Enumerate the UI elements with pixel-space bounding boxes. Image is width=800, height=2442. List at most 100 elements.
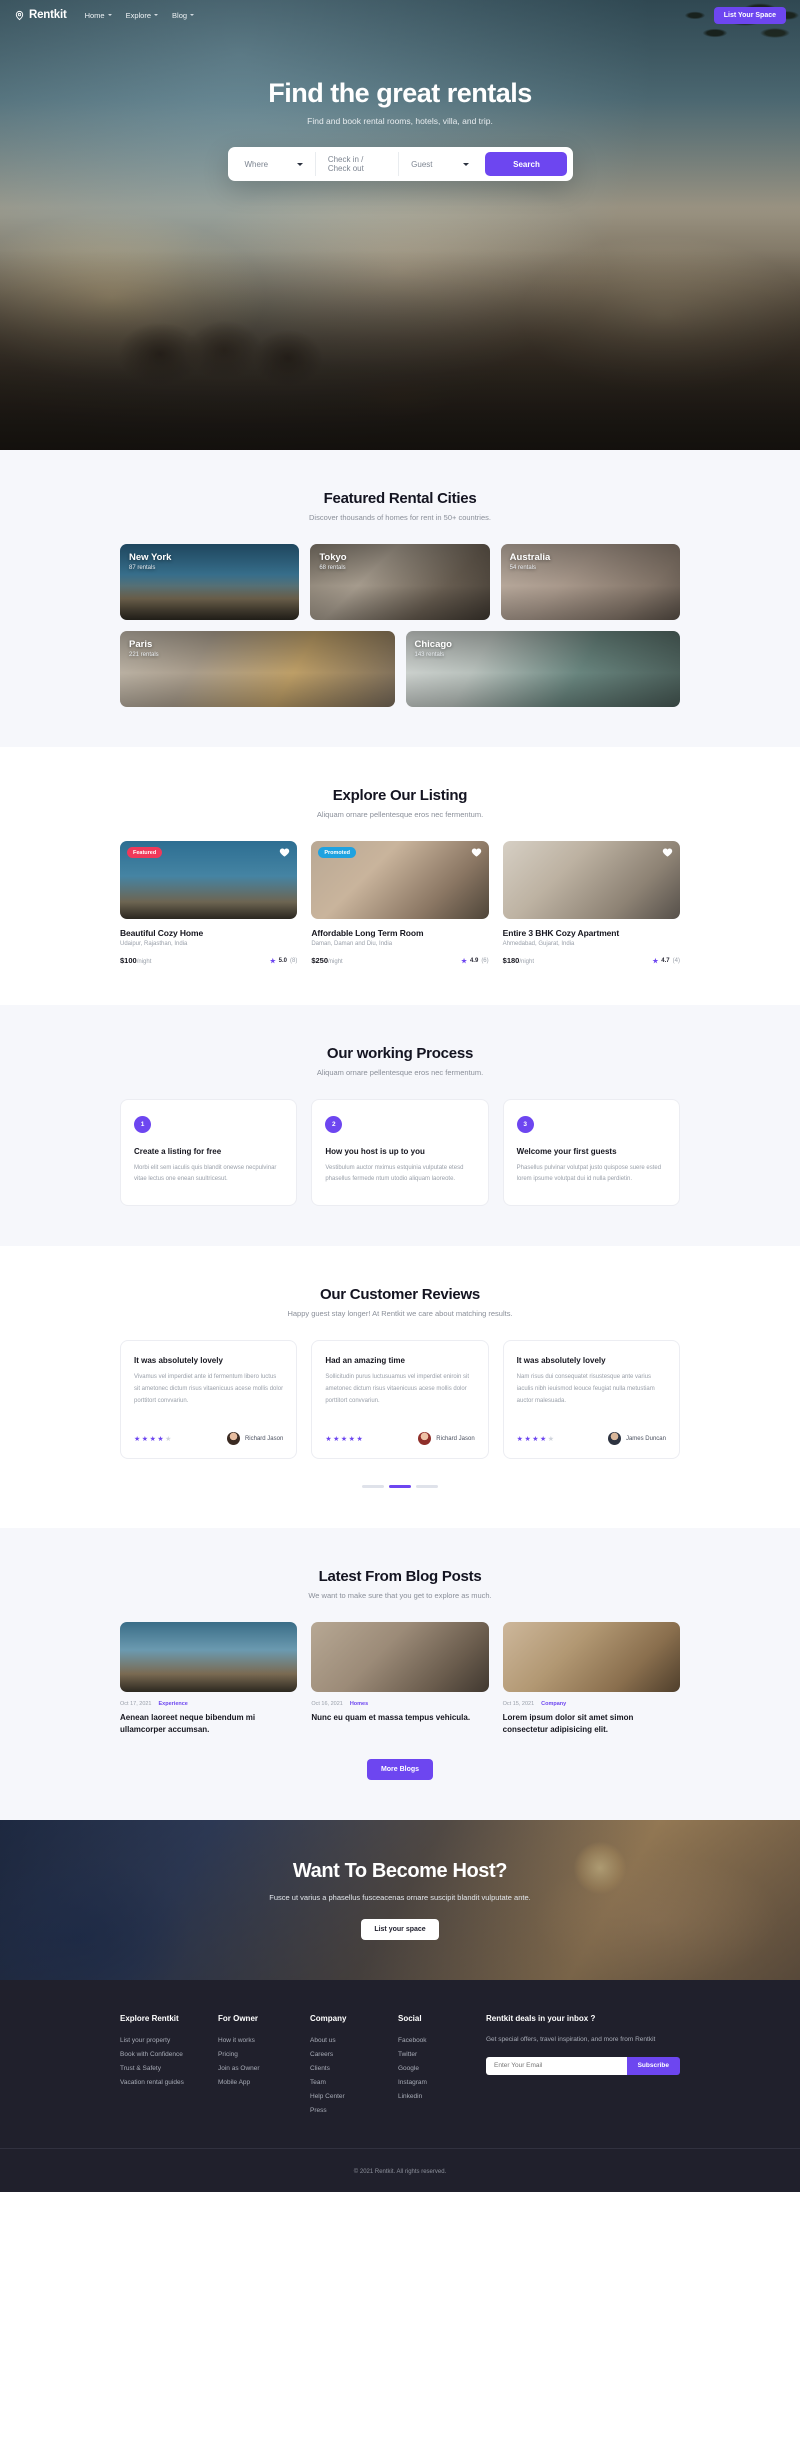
listing-footer: $100/night ★ 5.0 (8) (120, 956, 297, 965)
footer-link[interactable]: Mobile App (218, 2076, 310, 2090)
listing-card[interactable]: Promoted Affordable Long Term Room Daman… (311, 841, 489, 965)
city-card-tokyo[interactable]: Tokyo 68 rentals (310, 544, 490, 620)
email-field[interactable] (486, 2056, 627, 2075)
footer-link[interactable]: Vacation rental guides (120, 2076, 218, 2090)
subscribe-button[interactable]: Subscribe (626, 2056, 680, 2075)
chevron-down-icon (154, 14, 159, 16)
section-title: Explore Our Listing (332, 787, 468, 804)
heart-icon[interactable] (662, 847, 673, 858)
listing-card[interactable]: Featured Beautiful Cozy Home Udaipur, Ra… (120, 841, 298, 965)
star-icon: ★ (461, 957, 467, 965)
nav-item-blog[interactable]: Blog (172, 11, 195, 20)
blog-card[interactable]: Oct 16, 2021 Homes Nunc eu quam et massa… (311, 1621, 489, 1736)
footer-link[interactable]: Team (310, 2076, 398, 2090)
star-icon-empty: ★ (165, 1435, 172, 1443)
listing-review-count: (6) (481, 957, 489, 964)
list-your-space-button[interactable]: List Your Space (713, 6, 786, 24)
listing-review-count: (8) (289, 957, 298, 964)
section-subtitle: Aliquam ornare pellentesque eros nec fer… (316, 1068, 484, 1077)
become-host-title: Want To Become Host? (292, 1859, 508, 1882)
review-stars: ★ ★ ★ ★ ★ (325, 1435, 362, 1443)
blog-image (311, 1621, 489, 1692)
footer-link[interactable]: About us (310, 2034, 398, 2048)
dates-input-label: Check in / Check out (327, 155, 364, 173)
footer-link[interactable]: Careers (310, 2048, 398, 2062)
brand-name: Rentkit (29, 9, 67, 21)
star-icon: ★ (157, 1435, 164, 1443)
brand-logo[interactable]: Rentkit (14, 9, 67, 21)
section-subtitle: Aliquam ornare pellentesque eros nec fer… (316, 810, 484, 819)
listing-review-count: (4) (672, 957, 680, 964)
footer-link[interactable]: Twitter (398, 2048, 486, 2062)
process-step-card: 1 Create a listing for free Morbi elit s… (120, 1099, 298, 1207)
chevron-down-icon (296, 162, 303, 166)
more-blogs-button[interactable]: More Blogs (366, 1758, 434, 1780)
search-button[interactable]: Search (485, 152, 568, 176)
footer-link[interactable]: Clients (310, 2062, 398, 2076)
where-select[interactable]: Where (233, 152, 316, 176)
avatar (418, 1432, 432, 1446)
dates-input[interactable]: Check in / Check out (316, 152, 400, 176)
blog-date: Oct 16, 2021 (311, 1700, 343, 1707)
featured-cities-section: Featured Rental Cities Discover thousand… (0, 450, 800, 747)
star-icon: ★ (141, 1435, 149, 1443)
blog-date: Oct 17, 2021 (120, 1700, 152, 1707)
guest-select[interactable]: Guest (399, 152, 481, 176)
blog-category[interactable]: Homes (350, 1701, 368, 1707)
page-root: Rentkit Home Explore Blog List Your Spac… (0, 0, 800, 2192)
nav-item-explore[interactable]: Explore (126, 11, 159, 20)
blog-date: Oct 15, 2021 (502, 1700, 535, 1707)
review-text: Sollicitudin purus luctusuamus vel imper… (325, 1374, 470, 1404)
blog-card[interactable]: Oct 17, 2021 Experience Aenean laoreet n… (120, 1621, 298, 1736)
blog-meta: Oct 16, 2021 Homes (311, 1701, 488, 1707)
star-icon: ★ (269, 957, 276, 965)
star-icon: ★ (325, 1435, 332, 1443)
footer-link[interactable]: Linkedin (398, 2090, 486, 2104)
chevron-down-icon (190, 14, 195, 16)
carousel-dot-1[interactable] (362, 1485, 384, 1488)
city-card-text: Chicago 143 rentals (415, 639, 452, 658)
carousel-dot-2[interactable] (389, 1485, 411, 1488)
review-title: It was absolutely lovely (134, 1356, 223, 1366)
star-icon: ★ (356, 1435, 363, 1443)
footer-link[interactable]: Join as Owner (218, 2062, 310, 2076)
listing-footer: $250/night ★ 4.9 (6) (311, 956, 488, 965)
list-your-space-cta-button[interactable]: List your space (361, 1918, 439, 1940)
blog-card[interactable]: Oct 15, 2021 Company Lorem ipsum dolor s… (502, 1621, 680, 1736)
footer-link[interactable]: Facebook (398, 2034, 486, 2048)
footer-link[interactable]: Pricing (218, 2048, 310, 2062)
become-host-content: Want To Become Host? Fusce ut varius a p… (0, 1820, 800, 1940)
footer-link[interactable]: Instagram (398, 2076, 486, 2090)
nav-item-home[interactable]: Home (85, 11, 112, 20)
star-icon: ★ (340, 1435, 348, 1443)
footer-link[interactable]: Help Center (310, 2090, 398, 2104)
section-subtitle: We want to make sure that you get to exp… (308, 1590, 492, 1600)
footer-link[interactable]: Trust & Safety (120, 2062, 218, 2076)
footer-link[interactable]: Book with Confidence (120, 2048, 218, 2062)
blog-category[interactable]: Company (541, 1701, 566, 1707)
listing-price: $250/night (311, 956, 342, 965)
review-author-name: James Duncan (625, 1435, 666, 1442)
footer-heading: For Owner (218, 2013, 259, 2023)
city-card-australia[interactable]: Australia 54 rentals (500, 544, 680, 620)
blog-title: Lorem ipsum dolor sit amet simon consect… (502, 1712, 634, 1734)
footer-link[interactable]: List your property (120, 2034, 218, 2048)
heart-icon[interactable] (471, 847, 482, 858)
listing-card[interactable]: Entire 3 BHK Cozy Apartment Ahmedabad, G… (502, 841, 680, 965)
review-stars: ★ ★ ★ ★ ★ (517, 1435, 554, 1443)
footer-link[interactable]: Press (310, 2104, 398, 2118)
city-card-chicago[interactable]: Chicago 143 rentals (405, 631, 680, 707)
hero-title: Find the great rentals (268, 78, 532, 108)
heart-icon[interactable] (279, 847, 290, 858)
footer-link[interactable]: How it works (218, 2034, 310, 2048)
blog-category[interactable]: Experience (159, 1701, 188, 1707)
city-name: New York (129, 552, 172, 563)
city-card-paris[interactable]: Paris 221 rentals (120, 631, 395, 707)
listing-footer: $180/night ★ 4.7 (4) (503, 956, 680, 965)
footer-link[interactable]: Google (398, 2062, 486, 2076)
footer-column-explore: Explore Rentkit List your property Book … (120, 2014, 218, 2118)
carousel-dot-3[interactable] (416, 1485, 438, 1488)
blog-title: Aenean laoreet neque bibendum mi ullamco… (120, 1712, 256, 1734)
city-rental-count: 54 rentals (509, 565, 537, 571)
city-card-new-york[interactable]: New York 87 rentals (120, 544, 300, 620)
